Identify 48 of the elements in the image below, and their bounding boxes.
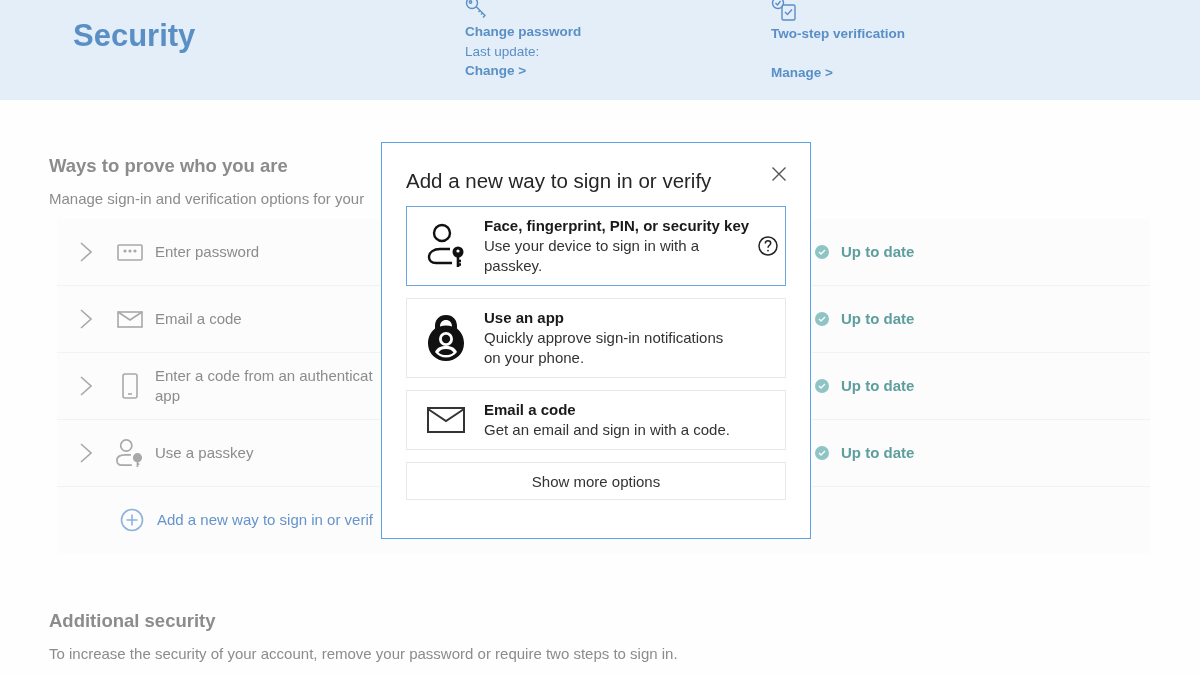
option-title: Use an app [484,308,565,328]
option-description: Quickly approve sign-in notifications on your phone. [484,328,725,368]
card-title: Two-step verification [771,25,906,43]
envelope-icon [117,310,143,328]
status-text: Up to date [841,443,915,463]
sign-in-option-card[interactable]: Face, fingerprint, PIN, or security key Use your device to sign in with a passkey. [406,206,786,286]
envelope-icon [426,407,465,433]
check-circle-icon [815,379,829,393]
status-text: Up to date [841,376,915,396]
method-label: Enter a code from an authenticat app [155,366,374,406]
help-icon[interactable] [758,236,778,256]
option-title: Email a code [484,400,576,420]
option-description: Use your device to sign in with a passkey. [484,236,701,276]
verified-checklist-icon [771,0,797,21]
dialog-title: Add a new way to sign in or verify [406,168,712,194]
person-key-icon [426,223,465,269]
card-subtitle: Last update: [465,42,540,61]
check-circle-icon [815,312,829,326]
status-text: Up to date [841,309,915,329]
check-circle-icon [815,446,829,460]
page-title: Security [73,18,196,54]
chevron-icon[interactable] [80,443,92,463]
person-key-icon [116,438,144,468]
option-description: Get an email and sign in with a code. [484,420,730,440]
sign-in-option-card[interactable]: Email a code Get an email and sign in with a code. [406,390,786,450]
section-description: To increase the security of your account, remove your password or require two steps to sign in. [49,644,678,664]
show-more-button[interactable]: Show more options [406,462,786,500]
plus-circle-icon[interactable] [120,508,144,532]
phone-icon [122,373,138,399]
card-title: Change password [465,23,582,41]
close-icon [772,167,786,181]
close-button[interactable] [770,165,788,183]
chevron-icon[interactable] [80,309,92,329]
method-label: Email a code [155,309,243,329]
person-lock-icon [426,314,465,362]
option-title: Face, fingerprint, PIN, or security key [484,216,750,236]
chevron-icon[interactable] [80,376,92,396]
password-dots-icon [117,243,143,261]
section-description: Manage sign-in and verification options for your [49,189,365,209]
section-heading: Ways to prove who you are [49,154,288,178]
status-text: Up to date [841,242,915,262]
chevron-icon[interactable] [80,242,92,262]
key-icon [465,0,489,19]
method-label: Use a passkey [155,443,255,463]
check-circle-icon [815,245,829,259]
section-heading: Additional security [49,609,216,633]
method-label: Enter password [155,242,261,262]
sign-in-option-card[interactable]: Use an app Quickly approve sign-in notifications on your phone. [406,298,786,378]
